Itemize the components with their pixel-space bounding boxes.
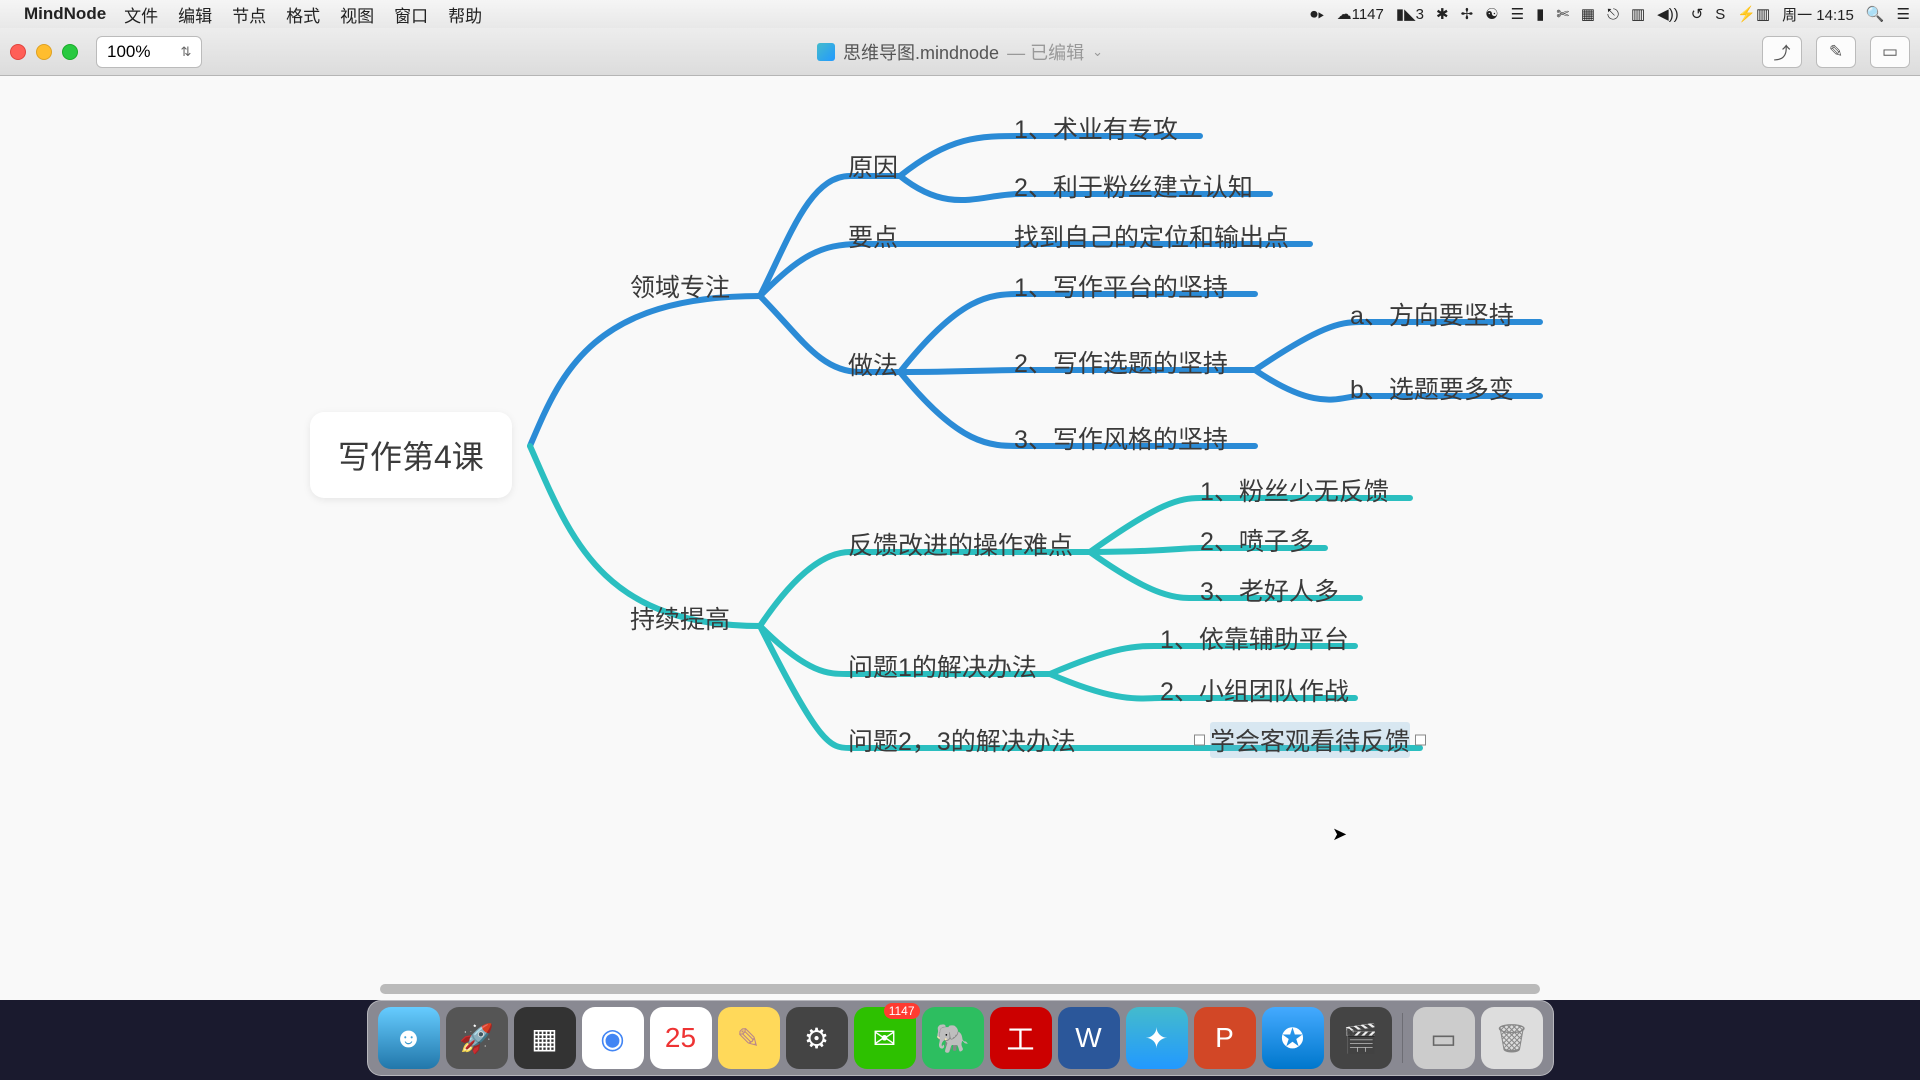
leaf-method-3[interactable]: 3、写作风格的坚持 (1014, 420, 1228, 456)
adobe-icon[interactable]: ▮◣ 3 (1396, 5, 1424, 23)
leaf-sol23-selected[interactable]: 学会客观看待反馈 (1210, 722, 1410, 758)
dock-screenflow[interactable]: ▭ (1413, 1007, 1475, 1069)
mindnode-doc-icon (817, 43, 835, 61)
node-solution-23[interactable]: 问题2，3的解决办法 (848, 722, 1076, 758)
menu-node[interactable]: 节点 (232, 2, 266, 27)
spotlight-icon[interactable]: 🔍 (1866, 5, 1885, 23)
leaf-method-2[interactable]: 2、写作选题的坚持 (1014, 344, 1228, 380)
dock-calendar[interactable]: 25 (650, 1007, 712, 1069)
brush-icon: ✎ (1829, 42, 1843, 62)
grid-icon[interactable]: ▦ (1581, 5, 1595, 23)
dock-word[interactable]: W (1058, 1007, 1120, 1069)
dock-chrome[interactable]: ◉ (582, 1007, 644, 1069)
document-name: 思维导图.mindnode (843, 39, 999, 65)
wechat-status-icon[interactable]: ☁1147 (1337, 5, 1384, 23)
leaf-sol1-1[interactable]: 1、依靠辅助平台 (1160, 620, 1349, 656)
leaf-diff-1[interactable]: 1、粉丝少无反馈 (1200, 472, 1389, 508)
bluetooth-icon[interactable]: ⎋ (1607, 6, 1619, 23)
share-button[interactable]: ⤴ (1762, 36, 1802, 68)
dock-trash[interactable]: 🗑 (1481, 1007, 1543, 1069)
horizontal-scrollbar[interactable] (380, 984, 1540, 994)
format-button[interactable]: ✎ (1816, 36, 1856, 68)
volume-icon[interactable]: ◀)) (1657, 5, 1679, 23)
dock-icbc[interactable]: 工 (990, 1007, 1052, 1069)
evernote-icon[interactable]: ☰ (1511, 5, 1524, 23)
zoom-value: 100% (107, 42, 150, 62)
scissors-icon[interactable]: ✄ (1556, 5, 1569, 23)
node-domain-focus[interactable]: 领域专注 (630, 268, 730, 304)
node-solution-1[interactable]: 问题1的解决办法 (848, 648, 1037, 684)
inspector-button[interactable]: ▭ (1870, 36, 1910, 68)
dock-safari[interactable]: ✪ (1262, 1007, 1324, 1069)
leaf-diff-2[interactable]: 2、喷子多 (1200, 522, 1314, 558)
clock[interactable]: 周一 14:15 (1782, 4, 1854, 25)
globe-icon[interactable]: ☯ (1485, 5, 1498, 23)
window-title[interactable]: 思维导图.mindnode — 已编辑 ⌄ (817, 39, 1103, 65)
mouse-cursor-icon: ➤ (1332, 824, 1347, 845)
dock-separator (1402, 1013, 1403, 1063)
mindmap-canvas[interactable]: 写作第4课 领域专注 原因 1、术业有专攻 2、利于粉丝建立认知 要点 找到自己… (0, 76, 1920, 1000)
menu-file[interactable]: 文件 (124, 2, 158, 27)
dock-launchpad[interactable]: 🚀 (446, 1007, 508, 1069)
wechat-badge: 1147 (884, 1003, 920, 1019)
charge-icon[interactable]: ⚡▥ (1737, 5, 1770, 23)
macos-menubar: MindNode 文件 编辑 节点 格式 视图 窗口 帮助 ⏺▸ ☁1147 ▮… (0, 0, 1920, 28)
dock-mindnode[interactable]: ✦ (1126, 1007, 1188, 1069)
chevron-down-icon: ⌄ (1092, 44, 1103, 60)
share-icon: ⤴ (1774, 39, 1791, 64)
asterisk-icon[interactable]: ✱ (1436, 5, 1449, 23)
fan-icon[interactable]: ✢ (1461, 5, 1474, 23)
dock-settings[interactable]: ⚙ (786, 1007, 848, 1069)
edited-label: — 已编辑 (1007, 39, 1084, 65)
dock-evernote[interactable]: 🐘 (922, 1007, 984, 1069)
menu-help[interactable]: 帮助 (448, 2, 482, 27)
chevron-updown-icon: ⇅ (180, 44, 191, 60)
leaf-diff-3[interactable]: 3、老好人多 (1200, 572, 1339, 608)
node-reason[interactable]: 原因 (848, 148, 898, 184)
window-traffic-lights (10, 44, 78, 60)
screenrec-icon[interactable]: ⏺▸ (1310, 6, 1324, 23)
menu-view[interactable]: 视图 (340, 2, 374, 27)
dock-notes[interactable]: ✎ (718, 1007, 780, 1069)
leaf-method-2a[interactable]: a、方向要坚持 (1350, 296, 1514, 332)
leaf-reason-1[interactable]: 1、术业有专攻 (1014, 110, 1178, 146)
leaf-method-1[interactable]: 1、写作平台的坚持 (1014, 268, 1228, 304)
node-method[interactable]: 做法 (848, 346, 898, 382)
root-node[interactable]: 写作第4课 (310, 412, 512, 498)
close-button[interactable] (10, 44, 26, 60)
battery-icon[interactable]: ▥ (1631, 5, 1645, 23)
menu-format[interactable]: 格式 (286, 2, 320, 27)
leaf-method-2b[interactable]: b、选题要多变 (1350, 370, 1514, 406)
fullscreen-button[interactable] (62, 44, 78, 60)
leaf-keypoint[interactable]: 找到自己的定位和输出点 (1014, 218, 1289, 254)
dock-wechat[interactable]: ✉1147 (854, 1007, 916, 1069)
menubar-status: ⏺▸ ☁1147 ▮◣ 3 ✱ ✢ ☯ ☰ ▮ ✄ ▦ ⎋ ▥ ◀)) ↺ S … (1310, 4, 1910, 25)
panel-icon: ▭ (1882, 42, 1898, 62)
dock-finder[interactable]: ☻ (378, 1007, 440, 1069)
sync-icon[interactable]: ↺ (1691, 5, 1704, 23)
window-toolbar: 100% ⇅ 思维导图.mindnode — 已编辑 ⌄ ⤴ ✎ ▭ (0, 28, 1920, 76)
node-feedback-difficulty[interactable]: 反馈改进的操作难点 (848, 526, 1073, 562)
menu-icon[interactable]: ☰ (1897, 5, 1910, 23)
menu-window[interactable]: 窗口 (394, 2, 428, 27)
app-name[interactable]: MindNode (24, 4, 106, 24)
sogou-icon[interactable]: S (1715, 6, 1725, 23)
dock-powerpoint[interactable]: P (1194, 1007, 1256, 1069)
zoom-selector[interactable]: 100% ⇅ (96, 36, 202, 68)
macos-dock: ☻ 🚀 ▦ ◉ 25 ✎ ⚙ ✉1147 🐘 工 W ✦ P ✪ 🎬 ▭ 🗑 (367, 1000, 1554, 1076)
minimize-button[interactable] (36, 44, 52, 60)
menu-edit[interactable]: 编辑 (178, 2, 212, 27)
macos-dock-wrap: ☻ 🚀 ▦ ◉ 25 ✎ ⚙ ✉1147 🐘 工 W ✦ P ✪ 🎬 ▭ 🗑 (0, 1000, 1920, 1080)
dock-missioncontrol[interactable]: ▦ (514, 1007, 576, 1069)
node-keypoint[interactable]: 要点 (848, 218, 898, 254)
bookmark-icon[interactable]: ▮ (1536, 5, 1544, 23)
leaf-reason-2[interactable]: 2、利于粉丝建立认知 (1014, 168, 1253, 204)
node-continuous-improve[interactable]: 持续提高 (630, 600, 730, 636)
dock-imovie[interactable]: 🎬 (1330, 1007, 1392, 1069)
leaf-sol1-2[interactable]: 2、小组团队作战 (1160, 672, 1349, 708)
